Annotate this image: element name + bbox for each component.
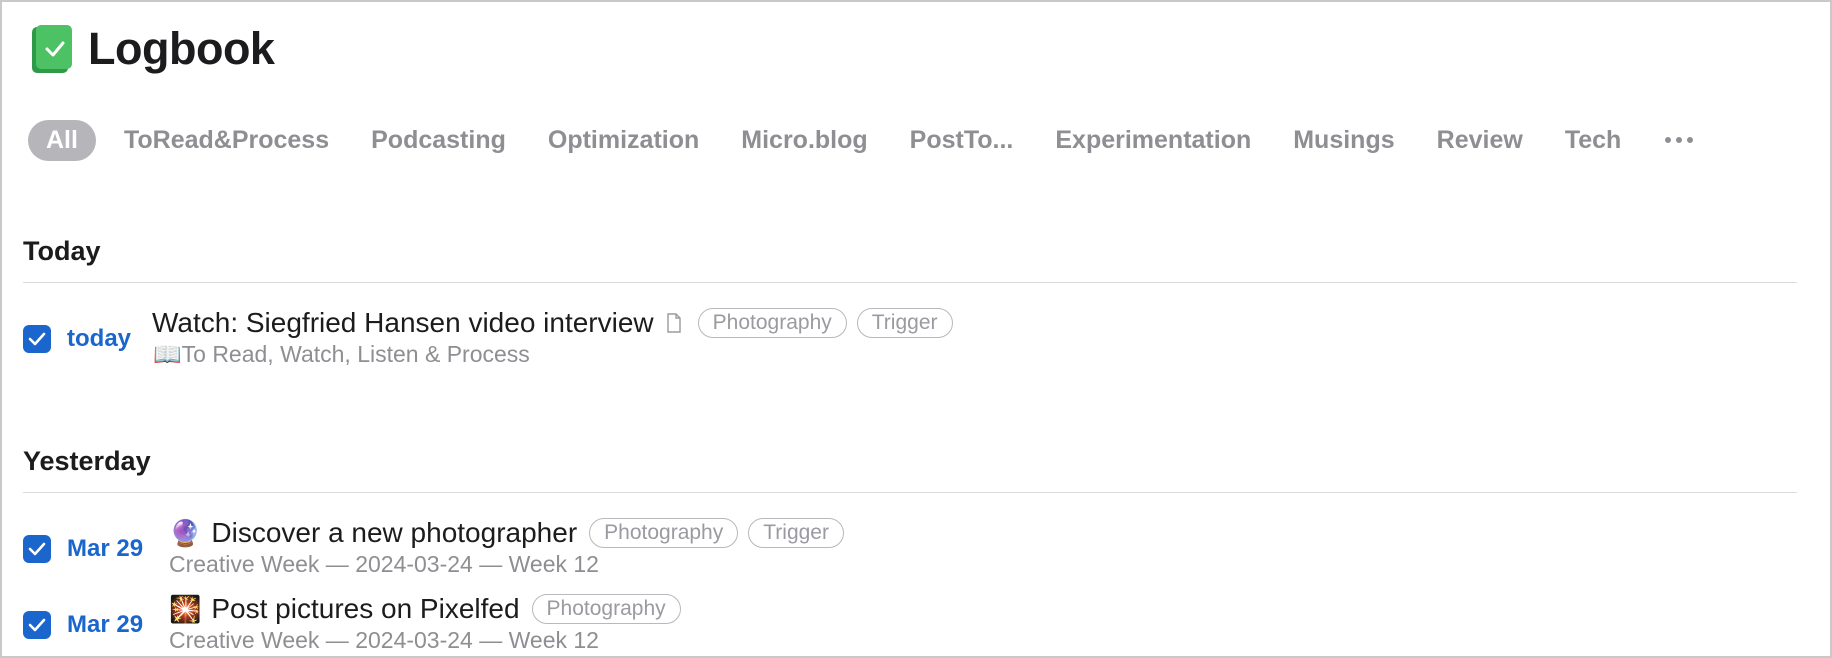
section-title-today: Today xyxy=(23,236,101,266)
tab-toread-process[interactable]: ToRead&Process xyxy=(124,126,329,155)
header: Logbook xyxy=(32,23,275,74)
completion-date: today xyxy=(67,325,132,352)
tab-micro-blog[interactable]: Micro.blog xyxy=(741,126,867,155)
logbook-icon xyxy=(32,25,72,73)
task-title: Watch: Siegfried Hansen video interview xyxy=(152,307,654,338)
tab-musings[interactable]: Musings xyxy=(1293,126,1394,155)
task-title: Post pictures on Pixelfed xyxy=(211,593,520,624)
tab-experimentation[interactable]: Experimentation xyxy=(1055,126,1251,155)
tag-badge[interactable]: Photography xyxy=(531,594,681,624)
more-icon[interactable] xyxy=(1665,119,1694,161)
completed-checkbox[interactable] xyxy=(23,535,51,563)
tag-badge[interactable]: Photography xyxy=(589,518,739,548)
tab-review[interactable]: Review xyxy=(1437,126,1523,155)
section-title-yesterday: Yesterday xyxy=(23,446,151,476)
completion-date: Mar 29 xyxy=(67,535,144,562)
crystal-ball-icon: 🔮 xyxy=(169,518,202,548)
divider xyxy=(23,492,1797,493)
tab-postto[interactable]: PostTo... xyxy=(910,126,1014,155)
tag-filter-bar: All ToRead&Process Podcasting Optimizati… xyxy=(28,119,1694,161)
tab-all[interactable]: All xyxy=(28,119,96,161)
task-project: Creative Week — 2024-03-24 — Week 12 xyxy=(169,627,599,653)
completed-checkbox[interactable] xyxy=(23,611,51,639)
task-project: Creative Week — 2024-03-24 — Week 12 xyxy=(169,551,599,577)
notes-icon xyxy=(666,313,682,333)
completed-checkbox[interactable] xyxy=(23,325,51,353)
task-title-line: 🔮 Discover a new photographer Photograph… xyxy=(169,517,844,549)
task-title-line: Watch: Siegfried Hansen video interview … xyxy=(152,307,953,339)
tab-optimization[interactable]: Optimization xyxy=(548,126,699,155)
tag-badge[interactable]: Trigger xyxy=(856,308,953,338)
task-title-line: 🎇 Post pictures on Pixelfed Photography xyxy=(169,593,681,625)
tag-badge[interactable]: Trigger xyxy=(748,518,844,548)
fireworks-icon: 🎇 xyxy=(169,594,202,624)
tab-podcasting[interactable]: Podcasting xyxy=(371,126,506,155)
task-title: Discover a new photographer xyxy=(211,517,578,548)
task-project: 📖To Read, Watch, Listen & Process xyxy=(153,341,530,367)
divider xyxy=(23,282,1797,283)
tag-badge[interactable]: Photography xyxy=(697,308,847,338)
completion-date: Mar 29 xyxy=(67,611,144,638)
page-title: Logbook xyxy=(88,23,275,74)
tab-tech[interactable]: Tech xyxy=(1565,126,1622,155)
